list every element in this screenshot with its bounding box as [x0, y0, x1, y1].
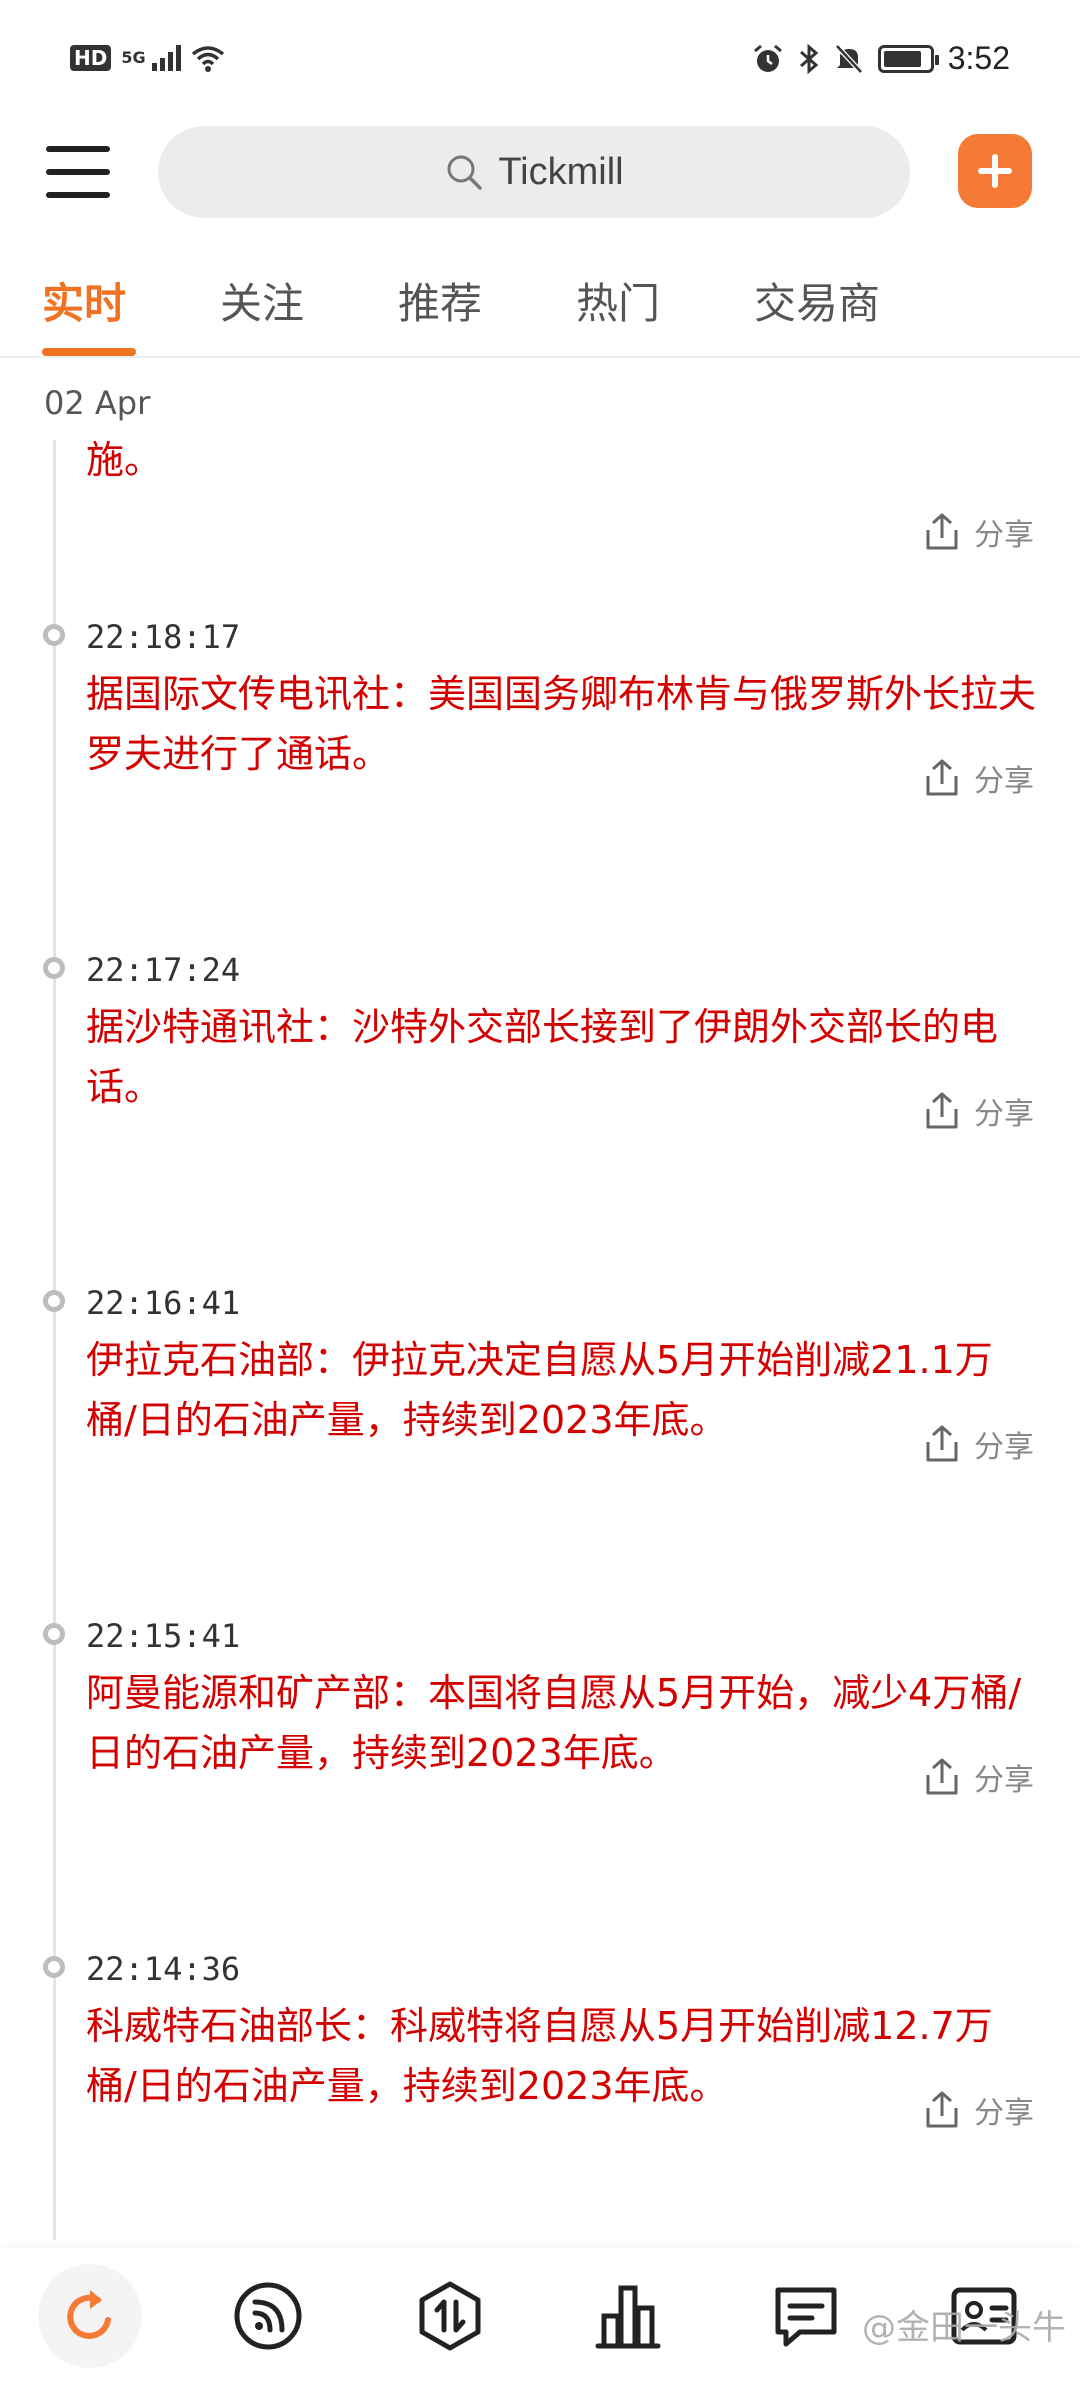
share-button[interactable]: 分享: [924, 756, 1034, 800]
share-icon: [926, 759, 958, 796]
timeline-dot: [43, 1956, 65, 1978]
share-button[interactable]: 分享: [924, 1755, 1034, 1799]
signal-icon: [151, 45, 181, 71]
news-time: 22:17:24: [86, 951, 241, 989]
status-bar: HD 5G 3:52: [0, 0, 1080, 130]
status-left: HD 5G: [70, 44, 225, 72]
news-text: 施。: [86, 438, 163, 482]
search-bar[interactable]: Tickmill: [158, 126, 910, 218]
active-tab-indicator: [42, 348, 136, 356]
menu-bar: [46, 192, 110, 198]
message-icon: [775, 2287, 837, 2347]
mute-bell-icon: [834, 43, 863, 74]
nav-market[interactable]: [588, 2276, 668, 2356]
battery-icon: [877, 44, 939, 73]
share-label: 分享: [974, 1097, 1034, 1132]
refresh-icon: [67, 2290, 111, 2339]
news-text: 科威特石油部长：科威特将自愿从5月开始削减12.7万桶/日的石油产量，持续到20…: [86, 2004, 993, 2108]
share-label: 分享: [974, 764, 1034, 799]
menu-bar: [46, 146, 110, 152]
header: Tickmill: [0, 120, 1080, 230]
share-icon: [926, 1425, 958, 1462]
tab-bar: 实时 关注 推荐 热门 交易商: [0, 262, 1080, 358]
plus-icon: [978, 154, 1012, 188]
menu-bar: [46, 169, 110, 175]
network-type: 5G: [121, 48, 146, 67]
rss-icon: [234, 2282, 302, 2350]
alarm-icon: [753, 44, 782, 72]
status-right: 3:52: [752, 40, 1010, 77]
tab-brokers[interactable]: 交易商: [754, 270, 880, 331]
timeline-dot: [43, 1623, 65, 1645]
add-button[interactable]: [958, 134, 1032, 208]
news-time: 22:16:41: [86, 1284, 241, 1322]
share-icon: [926, 1758, 958, 1795]
share-label: 分享: [974, 1430, 1034, 1465]
share-label: 分享: [974, 2096, 1034, 2131]
news-text: 据国际文传电讯社：美国国务卿布林肯与俄罗斯外长拉夫罗夫进行了通话。: [86, 672, 1037, 776]
bar-chart-icon: [595, 2285, 661, 2349]
search-icon: [447, 155, 483, 190]
nav-trade[interactable]: [410, 2276, 490, 2356]
tab-realtime[interactable]: 实时: [42, 270, 126, 331]
date-label: 02 Apr: [44, 384, 151, 422]
share-icon: [926, 1092, 958, 1129]
nav-news[interactable]: [766, 2276, 846, 2356]
watermark: @金田一头牛: [862, 2308, 1066, 2348]
share-label: 分享: [974, 518, 1034, 553]
bluetooth-icon: [799, 43, 819, 74]
wifi-icon: [191, 46, 224, 72]
refresh-button[interactable]: [38, 2264, 142, 2368]
menu-button[interactable]: [46, 142, 110, 202]
nav-feed[interactable]: [228, 2276, 308, 2356]
clock: 3:52: [947, 40, 1010, 76]
share-icon: [926, 513, 958, 550]
news-text: 据沙特通讯社：沙特外交部长接到了伊朗外交部长的电话。: [86, 1005, 999, 1109]
bottom-nav: @金田一头牛: [0, 2248, 1080, 2388]
tab-following[interactable]: 关注: [220, 270, 304, 331]
hd-badge: HD: [70, 45, 112, 71]
exchange-icon: [419, 2281, 481, 2351]
timeline-dot: [43, 1290, 65, 1312]
tab-hot[interactable]: 热门: [576, 270, 660, 331]
timeline-dot: [43, 957, 65, 979]
news-text: 伊拉克石油部：伊拉克决定自愿从5月开始削减21.1万桶/日的石油产量，持续到20…: [86, 1338, 993, 1442]
tab-recommended[interactable]: 推荐: [398, 270, 482, 331]
news-time: 22:15:41: [86, 1617, 241, 1655]
share-button[interactable]: 分享: [924, 2088, 1034, 2132]
share-button[interactable]: 分享: [924, 1422, 1034, 1466]
timeline-dot: [43, 624, 65, 646]
news-text: 阿曼能源和矿产部：本国将自愿从5月开始，减少4万桶/日的石油产量，持续到2023…: [86, 1671, 1022, 1775]
news-time: 22:18:17: [86, 618, 241, 656]
share-icon: [926, 2091, 958, 2128]
news-time: 22:14:36: [86, 1950, 241, 1988]
share-button[interactable]: 分享: [924, 1089, 1034, 1133]
search-text: Tickmill: [498, 150, 624, 193]
share-label: 分享: [974, 1763, 1034, 1798]
share-button[interactable]: 分享: [924, 510, 1034, 554]
battery-fill: [883, 50, 921, 67]
